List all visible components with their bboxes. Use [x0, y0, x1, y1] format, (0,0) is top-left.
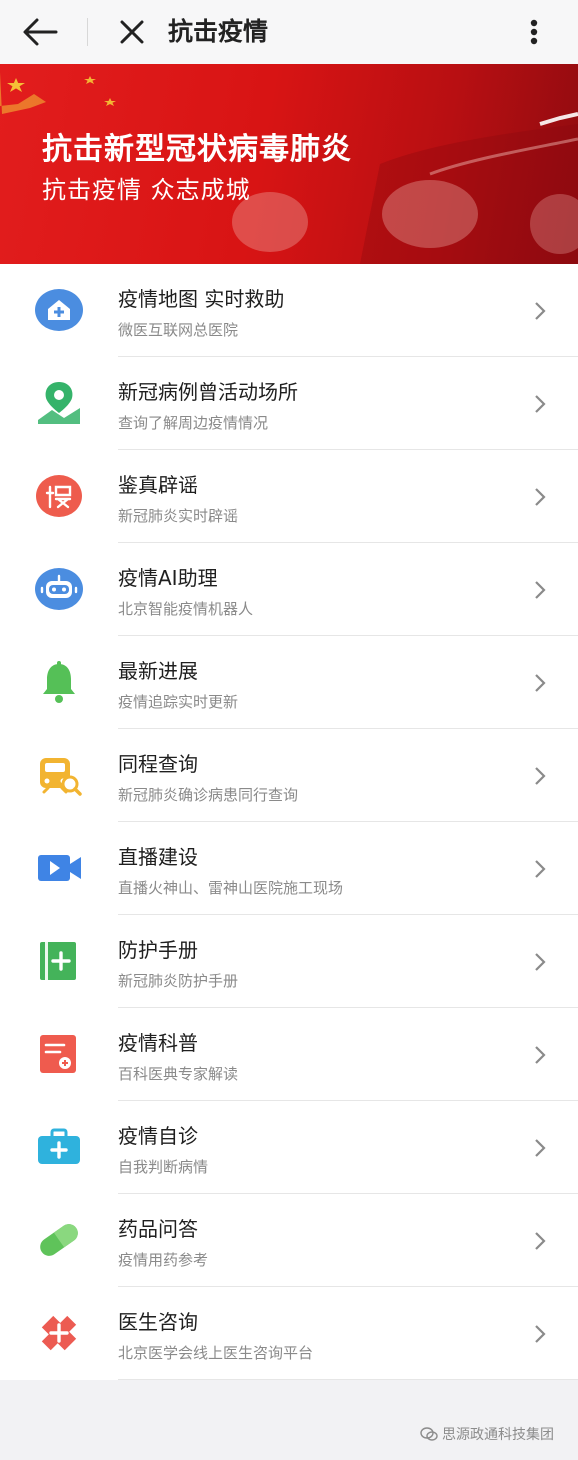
item-subtitle: 疫情用药参考: [118, 1251, 209, 1269]
item-subtitle: 百科医典专家解读: [118, 1065, 239, 1083]
item-title: 最新进展: [118, 659, 198, 683]
fake-icon: [36, 475, 82, 517]
handbook-icon: [40, 942, 76, 980]
item-subtitle: 微医互联网总医院: [118, 321, 239, 339]
list-item-doctor-consult[interactable]: 医生咨询 北京医学会线上医生咨询平台: [0, 1287, 578, 1380]
chevron-right-icon: [535, 395, 546, 413]
chevron-right-icon: [535, 1046, 546, 1064]
medical-kit-icon: [38, 1128, 80, 1164]
item-title: 直播建设: [118, 845, 198, 869]
banner-subtitle: 抗击疫情 众志成城: [42, 176, 251, 204]
item-subtitle: 北京医学会线上医生咨询平台: [118, 1344, 314, 1362]
item-title: 同程查询: [118, 752, 198, 776]
item-subtitle: 直播火神山、雷神山医院施工现场: [118, 879, 344, 897]
chevron-right-icon: [535, 302, 546, 320]
top-bar: 抗击疫情: [0, 0, 578, 64]
chevron-right-icon: [535, 953, 546, 971]
chevron-right-icon: [535, 581, 546, 599]
banner-title: 抗击新型冠状病毒肺炎: [42, 132, 352, 167]
item-title: 药品问答: [118, 1217, 198, 1241]
item-title: 鉴真辟谣: [118, 473, 198, 497]
list-item-case-locations[interactable]: 新冠病例曾活动场所 查询了解周边疫情情况: [0, 357, 578, 450]
location-pin-icon: [38, 382, 80, 424]
item-subtitle: 新冠肺炎防护手册: [118, 972, 239, 990]
wechat-icon: [420, 1427, 438, 1441]
chevron-right-icon: [535, 860, 546, 878]
toolbar-divider: [87, 18, 88, 46]
item-subtitle: 北京智能疫情机器人: [118, 600, 254, 618]
list-item-live-construction[interactable]: 直播建设 直播火神山、雷神山医院施工现场: [0, 822, 578, 915]
watermark: 思源政通科技集团: [420, 1424, 554, 1444]
chevron-right-icon: [535, 674, 546, 692]
hospital-icon: [35, 289, 83, 331]
item-subtitle: 疫情追踪实时更新: [118, 693, 239, 711]
list-item-science[interactable]: 疫情科普 百科医典专家解读: [0, 1008, 578, 1101]
list-item-same-trip[interactable]: 同程查询 新冠肺炎确诊病患同行查询: [0, 729, 578, 822]
list-item-ai-assistant[interactable]: 疫情AI助理 北京智能疫情机器人: [0, 543, 578, 636]
item-subtitle: 新冠肺炎确诊病患同行查询: [118, 786, 299, 804]
back-button[interactable]: [20, 14, 60, 50]
item-title: 疫情科普: [118, 1031, 198, 1055]
bell-icon: [43, 661, 75, 703]
arrow-left-icon: [23, 18, 58, 46]
item-subtitle: 新冠肺炎实时辟谣: [118, 507, 239, 525]
item-title: 防护手册: [118, 938, 198, 962]
item-title: 疫情地图 实时救助: [118, 287, 285, 311]
list-item-rumor-check[interactable]: 鉴真辟谣 新冠肺炎实时辟谣: [0, 450, 578, 543]
medical-book-icon: [40, 1035, 76, 1073]
list-item-epidemic-map[interactable]: 疫情地图 实时救助 微医互联网总医院: [0, 264, 578, 357]
train-search-icon: [40, 758, 82, 796]
item-subtitle: 自我判断病情: [118, 1158, 209, 1176]
chevron-right-icon: [535, 488, 546, 506]
feature-list: 疫情地图 实时救助 微医互联网总医院 新冠病例曾活动场所 查询了解周边疫情情况 …: [0, 264, 578, 1380]
banner: 抗击新型冠状病毒肺炎 抗击疫情 众志成城: [0, 64, 578, 264]
medical-cross-icon: [41, 1315, 77, 1351]
video-camera-icon: [38, 855, 81, 881]
item-title: 疫情AI助理: [118, 566, 218, 590]
item-title: 疫情自诊: [118, 1124, 198, 1148]
item-title: 新冠病例曾活动场所: [118, 380, 298, 404]
list-item-protection-handbook[interactable]: 防护手册 新冠肺炎防护手册: [0, 915, 578, 1008]
page-title: 抗击疫情: [168, 17, 269, 46]
list-item-drug-qa[interactable]: 药品问答 疫情用药参考: [0, 1194, 578, 1287]
more-vertical-icon: [530, 19, 538, 45]
item-title: 医生咨询: [118, 1310, 198, 1334]
list-item-self-diagnosis[interactable]: 疫情自诊 自我判断病情: [0, 1101, 578, 1194]
chevron-right-icon: [535, 1232, 546, 1250]
pill-icon: [40, 1224, 78, 1256]
close-button[interactable]: [114, 14, 150, 50]
chevron-right-icon: [535, 1139, 546, 1157]
list-item-latest-progress[interactable]: 最新进展 疫情追踪实时更新: [0, 636, 578, 729]
robot-icon: [35, 568, 83, 610]
close-icon: [120, 20, 144, 44]
more-button[interactable]: [518, 14, 550, 50]
chevron-right-icon: [535, 1325, 546, 1343]
watermark-text: 思源政通科技集团: [442, 1427, 554, 1443]
item-subtitle: 查询了解周边疫情情况: [118, 414, 269, 432]
chevron-right-icon: [535, 767, 546, 785]
